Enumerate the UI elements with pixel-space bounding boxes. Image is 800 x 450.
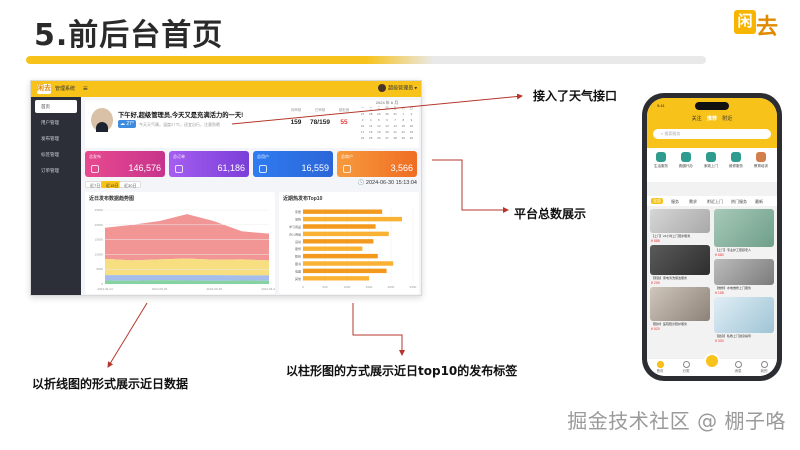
phone-top-tabs: 关注 推荐 附近 (647, 115, 777, 122)
feed-item-price: ¥ 520 (651, 327, 660, 331)
category-errand[interactable]: 跑腿代办 (675, 152, 697, 169)
filter-home-visit[interactable]: 附近上门 (707, 199, 723, 205)
phone-categories: 生活服务 跑腿代办 家政上门 维修服务 教育培训 (647, 148, 777, 182)
category-repair[interactable]: 维修服务 (725, 152, 747, 169)
phone-feed: 【上门】24小时上门陪护服务 ¥ 888 【家政】家电清洗保洁服务 ¥ 299 … (650, 209, 774, 359)
mobile-app-mockup: 9:41 关注 推荐 附近 ⌕ 搜索服务 生活服务 跑腿代办 家政上门 维修服务… (642, 93, 782, 381)
feed-image[interactable] (714, 259, 774, 285)
feed-image[interactable] (714, 297, 774, 333)
feed-item-price: ¥ 158 (715, 291, 724, 295)
tab-follow[interactable]: 关注 (692, 116, 702, 122)
phone-header: 9:41 关注 推荐 附近 ⌕ 搜索服务 (647, 98, 777, 148)
phone-filters: 全部 服务 需求 附近上门 热门服务 最新 (647, 196, 777, 206)
category-life-service[interactable]: 生活服务 (650, 152, 672, 169)
phone-screen: 9:41 关注 推荐 附近 ⌕ 搜索服务 生活服务 跑腿代办 家政上门 维修服务… (647, 98, 777, 376)
filter-service[interactable]: 服务 (671, 199, 679, 205)
arrow-weather (231, 93, 523, 125)
feed-column-right: 【上门】专业护工照顾老人 ¥ 680 【维修】水电维修上门服务 ¥ 158 【健… (714, 209, 774, 343)
home-icon (656, 361, 664, 368)
arrow-bar-chart (352, 303, 405, 356)
filter-latest[interactable]: 最新 (755, 199, 763, 205)
nav-category[interactable]: 分类 (673, 361, 699, 374)
note-bar-chart: 以柱形图的方式展示近日top10的发布标签 (286, 364, 518, 378)
filter-demand[interactable]: 需求 (689, 199, 697, 205)
publish-button[interactable] (704, 353, 720, 369)
feed-item-price: ¥ 680 (715, 253, 724, 257)
note-line-chart: 以折线图的形式展示近日数据 (32, 377, 189, 391)
user-icon (760, 361, 768, 368)
feed-image[interactable] (650, 209, 710, 233)
nav-home[interactable]: 首页 (647, 361, 673, 374)
category-housekeeping[interactable]: 家政上门 (700, 152, 722, 169)
feed-image[interactable] (650, 245, 710, 275)
nav-profile[interactable]: 我的 (751, 361, 777, 374)
filter-hot[interactable]: 热门服务 (731, 199, 747, 205)
nav-messages[interactable]: 消息 (725, 361, 751, 374)
arrow-totals (432, 159, 509, 213)
tab-nearby[interactable]: 附近 (722, 116, 732, 122)
feed-column-left: 【上门】24小时上门陪护服务 ¥ 888 【家政】家电清洗保洁服务 ¥ 299 … (650, 209, 710, 331)
phone-notch (695, 102, 729, 110)
category-education[interactable]: 教育培训 (750, 152, 772, 169)
feed-item-price: ¥ 888 (651, 239, 660, 243)
watermark: 掘金技术社区 @ 棚子咯 (567, 409, 786, 433)
feed-image[interactable] (714, 209, 774, 247)
search-input[interactable]: ⌕ 搜索服务 (653, 129, 771, 139)
grid-icon (682, 361, 690, 368)
message-icon (734, 361, 742, 368)
feed-image[interactable] (650, 287, 710, 321)
note-weather-api: 接入了天气接口 (533, 89, 618, 103)
arrow-line-chart (107, 302, 148, 368)
note-totals: 平台总数展示 (514, 207, 587, 221)
phone-time: 9:41 (657, 103, 665, 108)
filter-all[interactable]: 全部 (651, 198, 663, 204)
tab-recommend[interactable]: 推荐 (707, 116, 717, 122)
feed-item-price: ¥ 300 (715, 339, 724, 343)
feed-item-price: ¥ 299 (651, 281, 660, 285)
